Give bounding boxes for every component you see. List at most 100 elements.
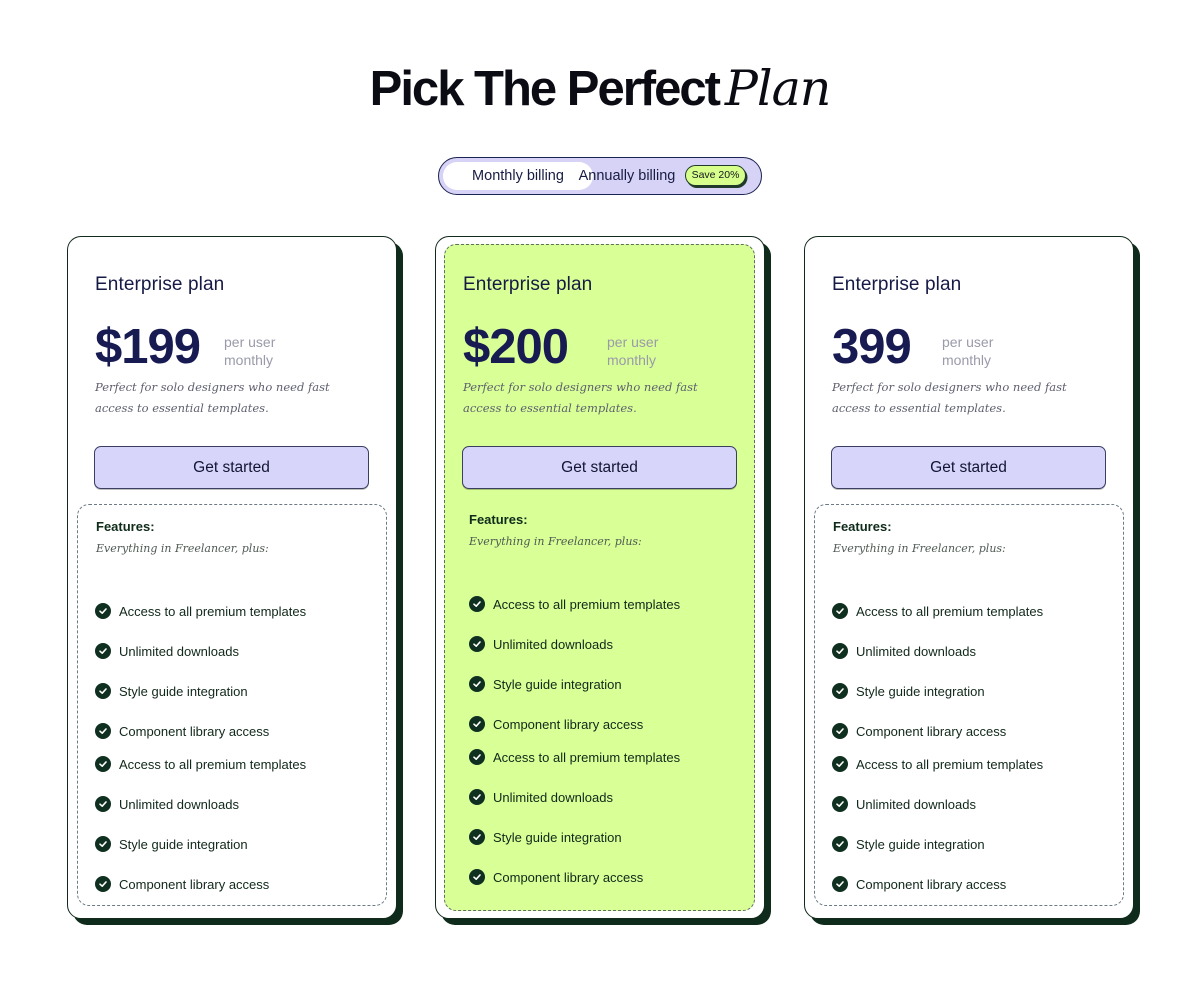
price-period-line-2: monthly (224, 352, 274, 368)
check-circle-icon (469, 869, 485, 885)
check-circle-icon (832, 876, 848, 892)
check-circle-icon (832, 603, 848, 619)
plan-price: 399 (832, 320, 912, 374)
price-period-line-2: monthly (607, 352, 657, 368)
save-badge: Save 20% (685, 165, 746, 186)
feature-label: Access to all premium templates (493, 749, 681, 765)
check-circle-icon (95, 756, 111, 772)
check-circle-icon (469, 716, 485, 732)
plan-price: $200 (463, 320, 569, 374)
plan-name: Enterprise plan (832, 274, 962, 295)
plan-description: Perfect for solo designers who need fast… (95, 380, 330, 415)
feature-label: Component library access (493, 716, 644, 732)
plan-card-1: Enterprise plan $199 per user monthly Pe… (67, 236, 397, 919)
check-circle-icon (95, 723, 111, 739)
check-circle-icon (832, 796, 848, 812)
page-title-lead: Pick The Perfect (369, 62, 721, 116)
plan-card-2-featured: Enterprise plan $200 per user monthly Pe… (435, 236, 765, 919)
feature-label: Component library access (856, 876, 1007, 892)
feature-list: Access to all premium templates Unlimite… (95, 505, 385, 905)
check-circle-icon (832, 756, 848, 772)
feature-label: Unlimited downloads (119, 643, 239, 659)
feature-label: Access to all premium templates (856, 603, 1044, 619)
feature-label: Style guide integration (856, 683, 985, 699)
feature-list: Access to all premium templates Unlimite… (832, 505, 1122, 905)
plan-card-3: Enterprise plan 399 per user monthly Per… (804, 236, 1134, 919)
check-circle-icon (95, 643, 111, 659)
price-period-line-1: per user (607, 334, 659, 350)
feature-item: Style guide integration (95, 681, 248, 701)
feature-label: Component library access (119, 723, 270, 739)
feature-item: Style guide integration (469, 674, 622, 694)
check-circle-icon (469, 829, 485, 845)
check-circle-icon (95, 796, 111, 812)
feature-item: Style guide integration (95, 834, 248, 854)
feature-list: Access to all premium templates Unlimite… (469, 498, 759, 898)
page-title: Pick The Perfect Plan (0, 58, 1200, 120)
feature-label: Style guide integration (119, 683, 248, 699)
price-period-line-2: monthly (942, 352, 992, 368)
feature-item: Unlimited downloads (469, 634, 613, 654)
annually-billing-option[interactable]: Annually billing (567, 162, 687, 190)
get-started-button[interactable]: Get started (831, 446, 1106, 489)
billing-toggle: Monthly billing Annually billing Save 20… (438, 157, 762, 195)
price-period: per user monthly (607, 333, 677, 369)
feature-label: Style guide integration (856, 836, 985, 852)
plan-description: Perfect for solo designers who need fast… (832, 380, 1067, 415)
check-circle-icon (95, 876, 111, 892)
feature-label: Access to all premium templates (856, 756, 1044, 772)
price-period: per user monthly (224, 333, 294, 369)
feature-label: Style guide integration (119, 836, 248, 852)
check-circle-icon (469, 789, 485, 805)
price-period-line-1: per user (942, 334, 994, 350)
feature-item: Unlimited downloads (95, 794, 239, 814)
check-circle-icon (832, 836, 848, 852)
feature-label: Unlimited downloads (493, 636, 613, 652)
check-circle-icon (832, 643, 848, 659)
feature-item: Style guide integration (832, 834, 985, 854)
feature-item: Access to all premium templates (469, 594, 680, 614)
feature-item: Component library access (469, 714, 643, 734)
plan-price: $199 (95, 320, 201, 374)
feature-item: Unlimited downloads (469, 787, 613, 807)
feature-label: Component library access (856, 723, 1007, 739)
check-circle-icon (469, 636, 485, 652)
feature-item: Access to all premium templates (832, 601, 1043, 621)
plan-description: Perfect for solo designers who need fast… (463, 380, 698, 415)
price-period-line-1: per user (224, 334, 276, 350)
feature-label: Unlimited downloads (119, 796, 239, 812)
feature-label: Unlimited downloads (856, 643, 976, 659)
feature-label: Unlimited downloads (493, 789, 613, 805)
check-circle-icon (95, 683, 111, 699)
feature-item: Style guide integration (469, 827, 622, 847)
feature-item: Component library access (469, 867, 643, 887)
feature-item: Component library access (832, 874, 1006, 894)
feature-item: Access to all premium templates (95, 601, 306, 621)
features-box: Features: Everything in Freelancer, plus… (77, 504, 387, 906)
feature-item: Access to all premium templates (469, 747, 680, 767)
get-started-button[interactable]: Get started (94, 446, 369, 489)
feature-label: Component library access (119, 876, 270, 892)
feature-label: Style guide integration (493, 676, 622, 692)
feature-label: Access to all premium templates (119, 756, 307, 772)
feature-item: Component library access (95, 721, 269, 741)
features-box: Features: Everything in Freelancer, plus… (445, 498, 755, 900)
feature-label: Unlimited downloads (856, 796, 976, 812)
plan-name: Enterprise plan (463, 274, 593, 295)
check-circle-icon (95, 603, 111, 619)
feature-item: Unlimited downloads (832, 641, 976, 661)
feature-item: Unlimited downloads (95, 641, 239, 661)
feature-item: Access to all premium templates (832, 754, 1043, 774)
feature-item: Component library access (95, 874, 269, 894)
feature-label: Access to all premium templates (119, 603, 307, 619)
check-circle-icon (469, 596, 485, 612)
page-title-accent: Plan (724, 60, 831, 117)
feature-item: Style guide integration (832, 681, 985, 701)
plan-name: Enterprise plan (95, 274, 225, 295)
check-circle-icon (832, 683, 848, 699)
get-started-button[interactable]: Get started (462, 446, 737, 489)
feature-label: Style guide integration (493, 829, 622, 845)
check-circle-icon (95, 836, 111, 852)
feature-label: Component library access (493, 869, 644, 885)
check-circle-icon (832, 723, 848, 739)
